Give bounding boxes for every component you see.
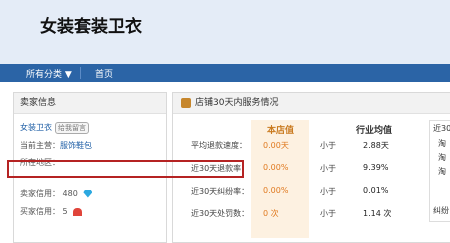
side-footer: 纠纷 <box>433 206 449 215</box>
nav-all-categories[interactable]: 所有分类 ▼ <box>26 67 72 80</box>
row-label: 近30天纠纷率： <box>191 187 250 196</box>
row-compare: 小于 <box>320 141 336 150</box>
side-item: 淘 <box>438 153 446 162</box>
main-business-row: 当前主营：服饰鞋包 <box>20 140 92 151</box>
shop-title: 女装套装卫衣 <box>40 17 142 37</box>
row-store-value: 0 次 <box>263 209 279 218</box>
main-business-link[interactable]: 服饰鞋包 <box>60 141 92 150</box>
row-compare: 小于 <box>320 209 336 218</box>
side-item: 淘 <box>438 139 446 148</box>
shop-icon <box>181 98 191 108</box>
buyer-credit-value: 5 <box>62 207 68 216</box>
col-store-header: 本店值 <box>267 126 295 136</box>
nav-home[interactable]: 首页 <box>95 67 113 80</box>
row-label: 平均退款速度： <box>191 141 247 150</box>
row-label: 近30天处罚数： <box>191 209 250 218</box>
row-avg-value: 0.01% <box>363 186 389 195</box>
nav-bar: 所有分类 ▼ 首页 <box>0 64 450 82</box>
seller-credit-label: 卖家信用： <box>20 189 60 198</box>
service-title-bar: 店铺30天内服务情况 <box>173 93 450 114</box>
refund-rate-highlight <box>7 160 244 178</box>
seller-credit-value: 480 <box>62 189 78 198</box>
row-store-value: 0.00% <box>263 163 289 172</box>
heart-icon <box>73 207 83 216</box>
seller-credit-row: 卖家信用： 480 <box>20 188 93 199</box>
shop-name-link[interactable]: 女装卫衣 <box>20 123 52 132</box>
row-avg-value: 1.14 次 <box>363 209 392 218</box>
row-avg-value: 9.39% <box>363 163 389 172</box>
contact-badge[interactable]: 给我留言 <box>55 122 89 134</box>
buyer-credit-label: 买家信用： <box>20 207 60 216</box>
main-business-label: 当前主营： <box>20 141 60 150</box>
side-item: 淘 <box>438 167 446 176</box>
side-title: 近30 <box>433 124 450 133</box>
row-store-value: 0.00% <box>263 186 289 195</box>
row-store-value: 0.00天 <box>263 141 289 150</box>
diamond-icon <box>83 189 93 198</box>
nav-divider <box>80 67 81 79</box>
shop-name-row: 女装卫衣 给我留言 <box>20 122 89 134</box>
service-table: 本店值 行业均值 平均退款速度： 0.00天 小于 2.88天 近30天退款率：… <box>181 120 426 238</box>
row-compare: 小于 <box>320 164 336 173</box>
row-compare: 小于 <box>320 187 336 196</box>
shop-header: 女装套装卫衣 <box>0 0 450 64</box>
row-avg-value: 2.88天 <box>363 141 389 150</box>
store-value-column <box>251 120 309 238</box>
side-panel: 近30 淘 淘 淘 纠纷 <box>429 120 450 222</box>
buyer-credit-row: 买家信用： 5 <box>20 206 83 217</box>
col-avg-header: 行业均值 <box>356 126 393 136</box>
seller-info-title: 卖家信息 <box>14 93 166 114</box>
service-title: 店铺30天内服务情况 <box>195 98 279 108</box>
